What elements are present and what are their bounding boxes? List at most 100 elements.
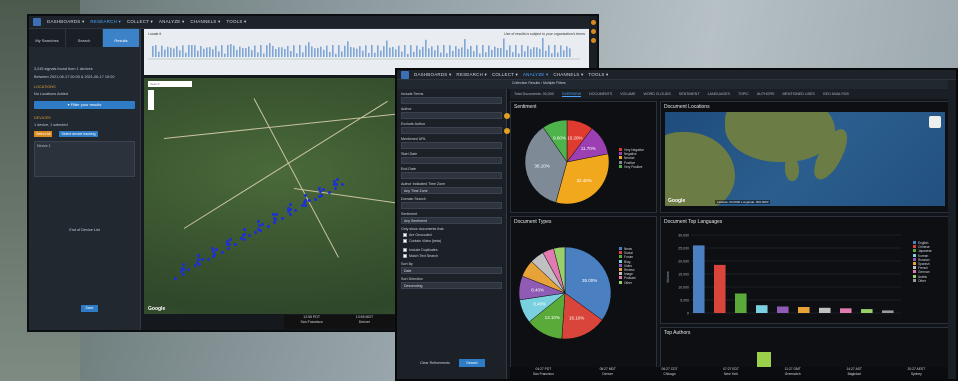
video-checkbox[interactable]: Contain Video (beta) <box>397 238 506 244</box>
results-count: 3,245 signals found from 1 devices <box>34 67 93 71</box>
timezone-clock: 20:27 AEST Sydney <box>907 367 926 376</box>
legend-swatch <box>619 152 622 156</box>
nav-analyze[interactable]: ANALYZE ▾ <box>159 19 184 25</box>
timeline-bar <box>452 50 454 57</box>
legend-swatch <box>913 257 916 261</box>
user-icon[interactable] <box>590 20 596 25</box>
timeline-bar <box>497 48 499 57</box>
filter-results-button[interactable]: ▾ Filter your results <box>34 101 135 109</box>
bar <box>819 307 831 313</box>
top-languages-panel: Document Top Languages 0 5,000 10,000 15,00… <box>660 216 950 324</box>
total-documents: Total Documents: 00,000 <box>514 92 554 96</box>
timeline-bar <box>443 45 445 57</box>
sentiment-select[interactable]: Any Sentiment <box>401 217 502 224</box>
time-zone-select[interactable]: Any Time Zone <box>401 187 502 194</box>
google-logo: Google <box>668 198 686 204</box>
legend-swatch <box>619 164 622 168</box>
domain-search-input[interactable] <box>401 202 502 209</box>
timeline-bar <box>347 41 349 57</box>
google-logo: Google <box>148 306 166 312</box>
nav-research[interactable]: RESEARCH ▾ <box>456 72 487 78</box>
timeline-bar <box>164 49 166 57</box>
signal-point <box>304 203 308 207</box>
signal-point <box>181 272 185 276</box>
tab-overview[interactable]: OVERVIEW <box>561 92 582 97</box>
timeline-bar <box>413 51 415 57</box>
tab-geo-analysis[interactable]: GEO ANALYSIS <box>823 92 849 96</box>
include-terms-input[interactable] <box>401 97 502 104</box>
timeline-bar <box>335 53 337 57</box>
nav-analyze[interactable]: ANALYZE ▾ <box>523 72 548 78</box>
select-tracking-button[interactable]: Select device tracking <box>59 131 98 137</box>
signal-point <box>211 254 215 258</box>
legend-label: Other <box>918 278 926 283</box>
tab-search[interactable]: Search <box>66 29 103 47</box>
timeline-bar <box>299 45 301 57</box>
sort-by-select[interactable]: Date <box>401 267 502 274</box>
end-date-select[interactable] <box>401 172 502 179</box>
tab-authors[interactable]: AUTHORS <box>757 92 775 96</box>
save-button[interactable]: Save <box>81 305 98 312</box>
tab-topic[interactable]: TOPIC <box>738 92 749 96</box>
pie-data-label: 8.40% <box>531 287 544 292</box>
tab-documents[interactable]: DOCUMENTS <box>589 92 612 96</box>
filter-label: End Date <box>401 167 416 171</box>
sort-direction-select[interactable]: Descending <box>401 282 502 289</box>
app-logo-icon[interactable] <box>33 18 41 26</box>
nav-dashboards[interactable]: DASHBOARDS ▾ <box>47 19 84 25</box>
nav-tools[interactable]: TOOLS ▾ <box>588 72 608 78</box>
help-icon[interactable] <box>590 29 596 34</box>
pie-data-label: 32.40% <box>577 178 592 183</box>
legend-swatch <box>619 276 622 280</box>
nav-channels[interactable]: CHANNELS ▾ <box>553 72 583 78</box>
nav-research[interactable]: RESEARCH ▾ <box>90 19 121 25</box>
panel-title: Document Top Languages <box>664 219 723 225</box>
device-card[interactable]: Device 1 <box>34 141 135 177</box>
app-logo-icon[interactable] <box>401 70 409 79</box>
timeline-bar <box>206 47 208 57</box>
nav-collect[interactable]: COLLECT ▾ <box>492 72 518 78</box>
signal-point <box>307 198 311 202</box>
settings-icon[interactable] <box>590 38 596 43</box>
tab-sentiment[interactable]: SENTIMENT <box>679 92 700 96</box>
map-search-input[interactable]: Search <box>148 81 192 87</box>
signal-point <box>314 198 318 202</box>
map-layers-icon[interactable] <box>929 116 941 128</box>
legend-swatch <box>619 268 622 272</box>
author-input[interactable] <box>401 112 510 119</box>
search-button[interactable]: Search <box>459 359 485 367</box>
timezone-clock: 05:27 MDT Denver <box>599 367 616 376</box>
timeline-bar <box>287 45 289 57</box>
timezone-clock: 07:27 EDT New York <box>723 367 739 376</box>
tab-results[interactable]: Results <box>103 29 140 47</box>
tab-volume[interactable]: VOLUME <box>620 92 635 96</box>
nav-collect[interactable]: COLLECT ▾ <box>127 19 153 25</box>
document-locations-map[interactable]: Google Latitude: 00.0000 Longitude: 000.… <box>665 112 945 206</box>
nav-tools[interactable]: TOOLS ▾ <box>226 19 246 25</box>
nav-channels[interactable]: CHANNELS ▾ <box>190 19 220 25</box>
right-icon-rail <box>948 80 956 379</box>
timeline-bar <box>362 50 364 57</box>
document-types-panel: Document Types 35.00% 16.10% 13.10% 8.40% 8.… <box>510 216 657 368</box>
document-locations-panel: Document Locations Google Latitude: 00.0… <box>660 101 950 213</box>
timeline-bar <box>221 45 223 57</box>
clear-refinements-button[interactable]: Clear Refinements <box>420 361 450 365</box>
timeline-bar <box>353 47 355 57</box>
signal-point <box>180 266 184 270</box>
select-all-button[interactable]: Select All <box>34 131 53 137</box>
timeline-bar <box>530 49 532 57</box>
start-date-input[interactable] <box>401 157 502 164</box>
tab-mentioned-uses[interactable]: MENTIONED USES <box>782 92 814 96</box>
tab-word-clouds[interactable]: WORD CLOUDS <box>643 92 670 96</box>
timeline-bar <box>491 49 493 57</box>
map-zoom-control[interactable] <box>148 90 154 110</box>
nav-dashboards[interactable]: DASHBOARDS ▾ <box>414 72 451 78</box>
mentioned-url-input[interactable] <box>401 142 502 149</box>
tab-my-searches[interactable]: My Searches <box>29 29 66 47</box>
pie-data-label: 8.40% <box>533 302 546 307</box>
exclude-author-input[interactable] <box>401 127 510 134</box>
timeline-bar <box>506 49 508 57</box>
bar <box>735 293 747 313</box>
timeline-bar <box>236 49 238 57</box>
tab-languages[interactable]: LANGUAGES <box>708 92 730 96</box>
